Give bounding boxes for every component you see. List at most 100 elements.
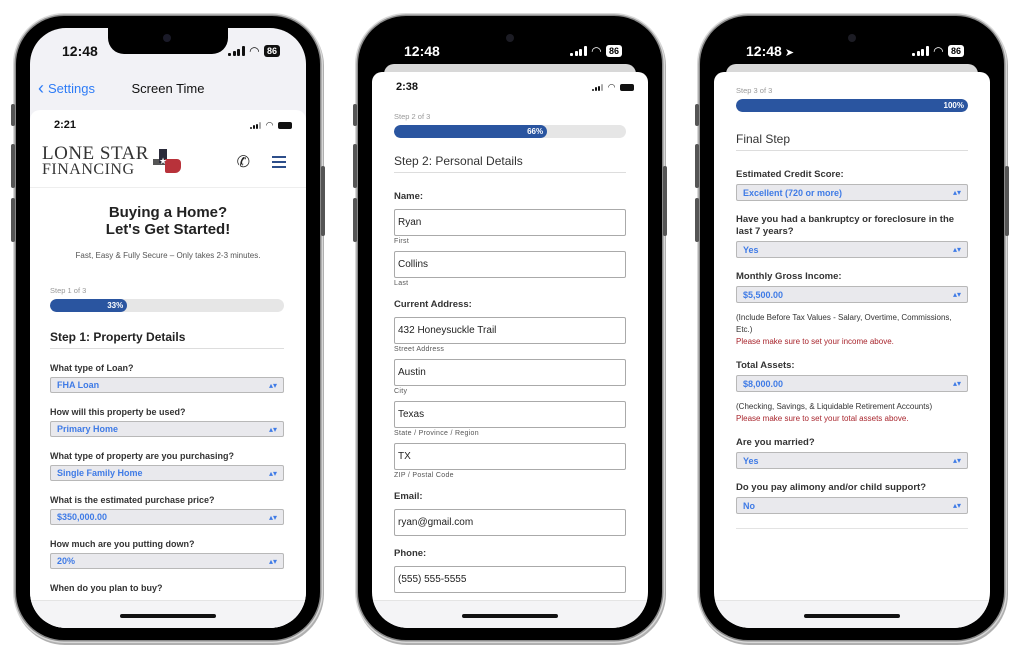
city-input[interactable]: Austin xyxy=(394,359,626,386)
select-arrows-icon: ▴▾ xyxy=(268,556,277,566)
phone-step-2: 12:48 ◠ 86 2:38 ◠ Step 2 of 3 66% Step 2… xyxy=(353,16,667,640)
status-time: 12:48 xyxy=(746,43,782,59)
section-divider xyxy=(736,528,968,529)
battery-icon xyxy=(278,121,292,129)
chevron-left-icon: ‹ xyxy=(38,78,44,98)
screenshot-card: 2:38 ◠ Step 2 of 3 66% Step 2: Personal … xyxy=(372,72,648,628)
progress-fill: 33% xyxy=(50,299,128,312)
volume-down-button xyxy=(11,198,15,242)
income-select[interactable]: $5,500.00 ▴▾ xyxy=(736,286,968,303)
wifi-icon: ◠ xyxy=(608,81,615,92)
select-arrows-icon: ▴▾ xyxy=(952,456,961,465)
progress-bar: 33% xyxy=(50,299,284,312)
select-arrows-icon: ▴▾ xyxy=(268,512,277,522)
state-input[interactable]: Texas xyxy=(394,401,626,428)
phone-input[interactable]: (555) 555-5555 xyxy=(394,566,626,593)
phone-step-1: 12:48 ◠ 86 ‹ Settings Screen Time 2:21 ◠ xyxy=(11,16,325,640)
volume-up-button xyxy=(695,144,699,188)
home-indicator-area xyxy=(30,600,306,628)
phone-label: Phone: xyxy=(394,548,427,559)
power-button xyxy=(321,166,325,236)
status-time: 12:48 xyxy=(404,43,440,59)
section-title: Step 1: Property Details xyxy=(50,330,284,349)
mute-switch xyxy=(695,104,699,126)
inner-status-bar: 2:21 ◠ xyxy=(30,110,306,140)
last-name-input[interactable]: Collins xyxy=(394,251,626,278)
home-indicator[interactable] xyxy=(120,614,216,618)
step-label: Step 3 of 3 xyxy=(736,86,773,95)
select-arrows-icon: ▴▾ xyxy=(952,501,961,510)
notch xyxy=(108,28,228,54)
assets-help-text: (Checking, Savings, & Liquidable Retirem… xyxy=(736,402,933,411)
first-name-sublabel: First xyxy=(394,238,410,245)
phone-call-icon[interactable]: ✆ xyxy=(237,152,250,172)
email-input[interactable]: ryan@gmail.com xyxy=(394,509,626,536)
loan-type-label: What type of Loan? xyxy=(50,363,134,373)
back-button[interactable]: ‹ Settings xyxy=(30,79,95,97)
power-button xyxy=(663,166,667,236)
bankruptcy-label: Have you had a bankruptcy or foreclosure… xyxy=(736,214,955,237)
select-arrows-icon: ▴▾ xyxy=(268,468,277,478)
credit-score-label: Estimated Credit Score: xyxy=(736,169,844,180)
purchase-price-select[interactable]: $350,000.00 ▴▾ xyxy=(50,509,284,525)
purchase-price-label: What is the estimated purchase price? xyxy=(50,495,215,505)
name-label: Name: xyxy=(394,191,424,202)
first-name-input[interactable]: Ryan xyxy=(394,209,626,236)
site-header: Lone Star Financing ★ ✆ xyxy=(30,140,306,188)
street-address-sublabel: Street Address xyxy=(394,346,445,353)
home-indicator[interactable] xyxy=(462,614,558,618)
address-label: Current Address: xyxy=(394,299,472,310)
nav-bar: ‹ Settings Screen Time xyxy=(30,68,306,108)
hamburger-menu-icon[interactable] xyxy=(272,155,286,168)
progress-bar: 100% xyxy=(736,99,968,112)
property-use-select[interactable]: Primary Home ▴▾ xyxy=(50,421,284,437)
bankruptcy-select[interactable]: Yes ▴▾ xyxy=(736,241,968,258)
battery-icon xyxy=(620,83,634,91)
progress-fill: 66% xyxy=(394,125,548,138)
signal-icon xyxy=(592,83,604,91)
inner-status-time: 2:38 xyxy=(396,81,419,93)
step-label: Step 2 of 3 xyxy=(394,112,431,121)
mute-switch xyxy=(11,104,15,126)
home-indicator[interactable] xyxy=(804,614,900,618)
buy-timeline-label: When do you plan to buy? xyxy=(50,583,163,593)
hero: Buying a Home? Let's Get Started! Fast, … xyxy=(30,188,306,260)
state-sublabel: State / Province / Region xyxy=(394,430,479,437)
zip-sublabel: ZIP / Postal Code xyxy=(394,472,454,479)
assets-warning: Please make sure to set your total asset… xyxy=(736,414,909,423)
property-type-label: What type of property are you purchasing… xyxy=(50,451,235,461)
back-label: Settings xyxy=(48,80,95,96)
select-arrows-icon: ▴▾ xyxy=(268,380,277,390)
wifi-icon: ◠ xyxy=(249,44,259,58)
street-address-input[interactable]: 432 Honeysuckle Trail xyxy=(394,317,626,344)
volume-up-button xyxy=(11,144,15,188)
screen: 12:48 ◠ 86 2:38 ◠ Step 2 of 3 66% Step 2… xyxy=(372,28,648,628)
inner-status-bar: 2:38 ◠ xyxy=(372,72,648,102)
zip-input[interactable]: TX xyxy=(394,443,626,470)
screen: 12:48 ➤ ◠ 86 Step 3 of 3 100% Final Step … xyxy=(714,28,990,628)
property-use-label: How will this property be used? xyxy=(50,407,186,417)
signal-icon xyxy=(570,46,587,56)
married-select[interactable]: Yes ▴▾ xyxy=(736,452,968,469)
credit-score-select[interactable]: Excellent (720 or more) ▴▾ xyxy=(736,184,968,201)
logo-line2: Financing xyxy=(42,161,135,178)
income-label: Monthly Gross Income: xyxy=(736,271,842,282)
loan-type-select[interactable]: FHA Loan ▴▾ xyxy=(50,377,284,393)
property-type-select[interactable]: Single Family Home ▴▾ xyxy=(50,465,284,481)
email-label: Email: xyxy=(394,491,423,502)
select-arrows-icon: ▴▾ xyxy=(952,379,961,388)
progress-fill: 100% xyxy=(736,99,968,112)
down-payment-select[interactable]: 20% ▴▾ xyxy=(50,553,284,569)
married-label: Are you married? xyxy=(736,437,815,448)
lone-star-logo[interactable]: Lone Star Financing ★ xyxy=(42,144,183,178)
battery-icon: 86 xyxy=(605,45,622,57)
alimony-select[interactable]: No ▴▾ xyxy=(736,497,968,514)
signal-icon xyxy=(228,46,245,56)
texas-flag-icon: ★ xyxy=(151,147,183,177)
hero-subtitle: Fast, Easy & Fully Secure – Only takes 2… xyxy=(75,251,261,260)
assets-select[interactable]: $8,000.00 ▴▾ xyxy=(736,375,968,392)
select-arrows-icon: ▴▾ xyxy=(952,188,961,197)
select-arrows-icon: ▴▾ xyxy=(952,290,961,299)
home-indicator-area xyxy=(714,600,990,628)
income-warning: Please make sure to set your income abov… xyxy=(736,337,894,346)
